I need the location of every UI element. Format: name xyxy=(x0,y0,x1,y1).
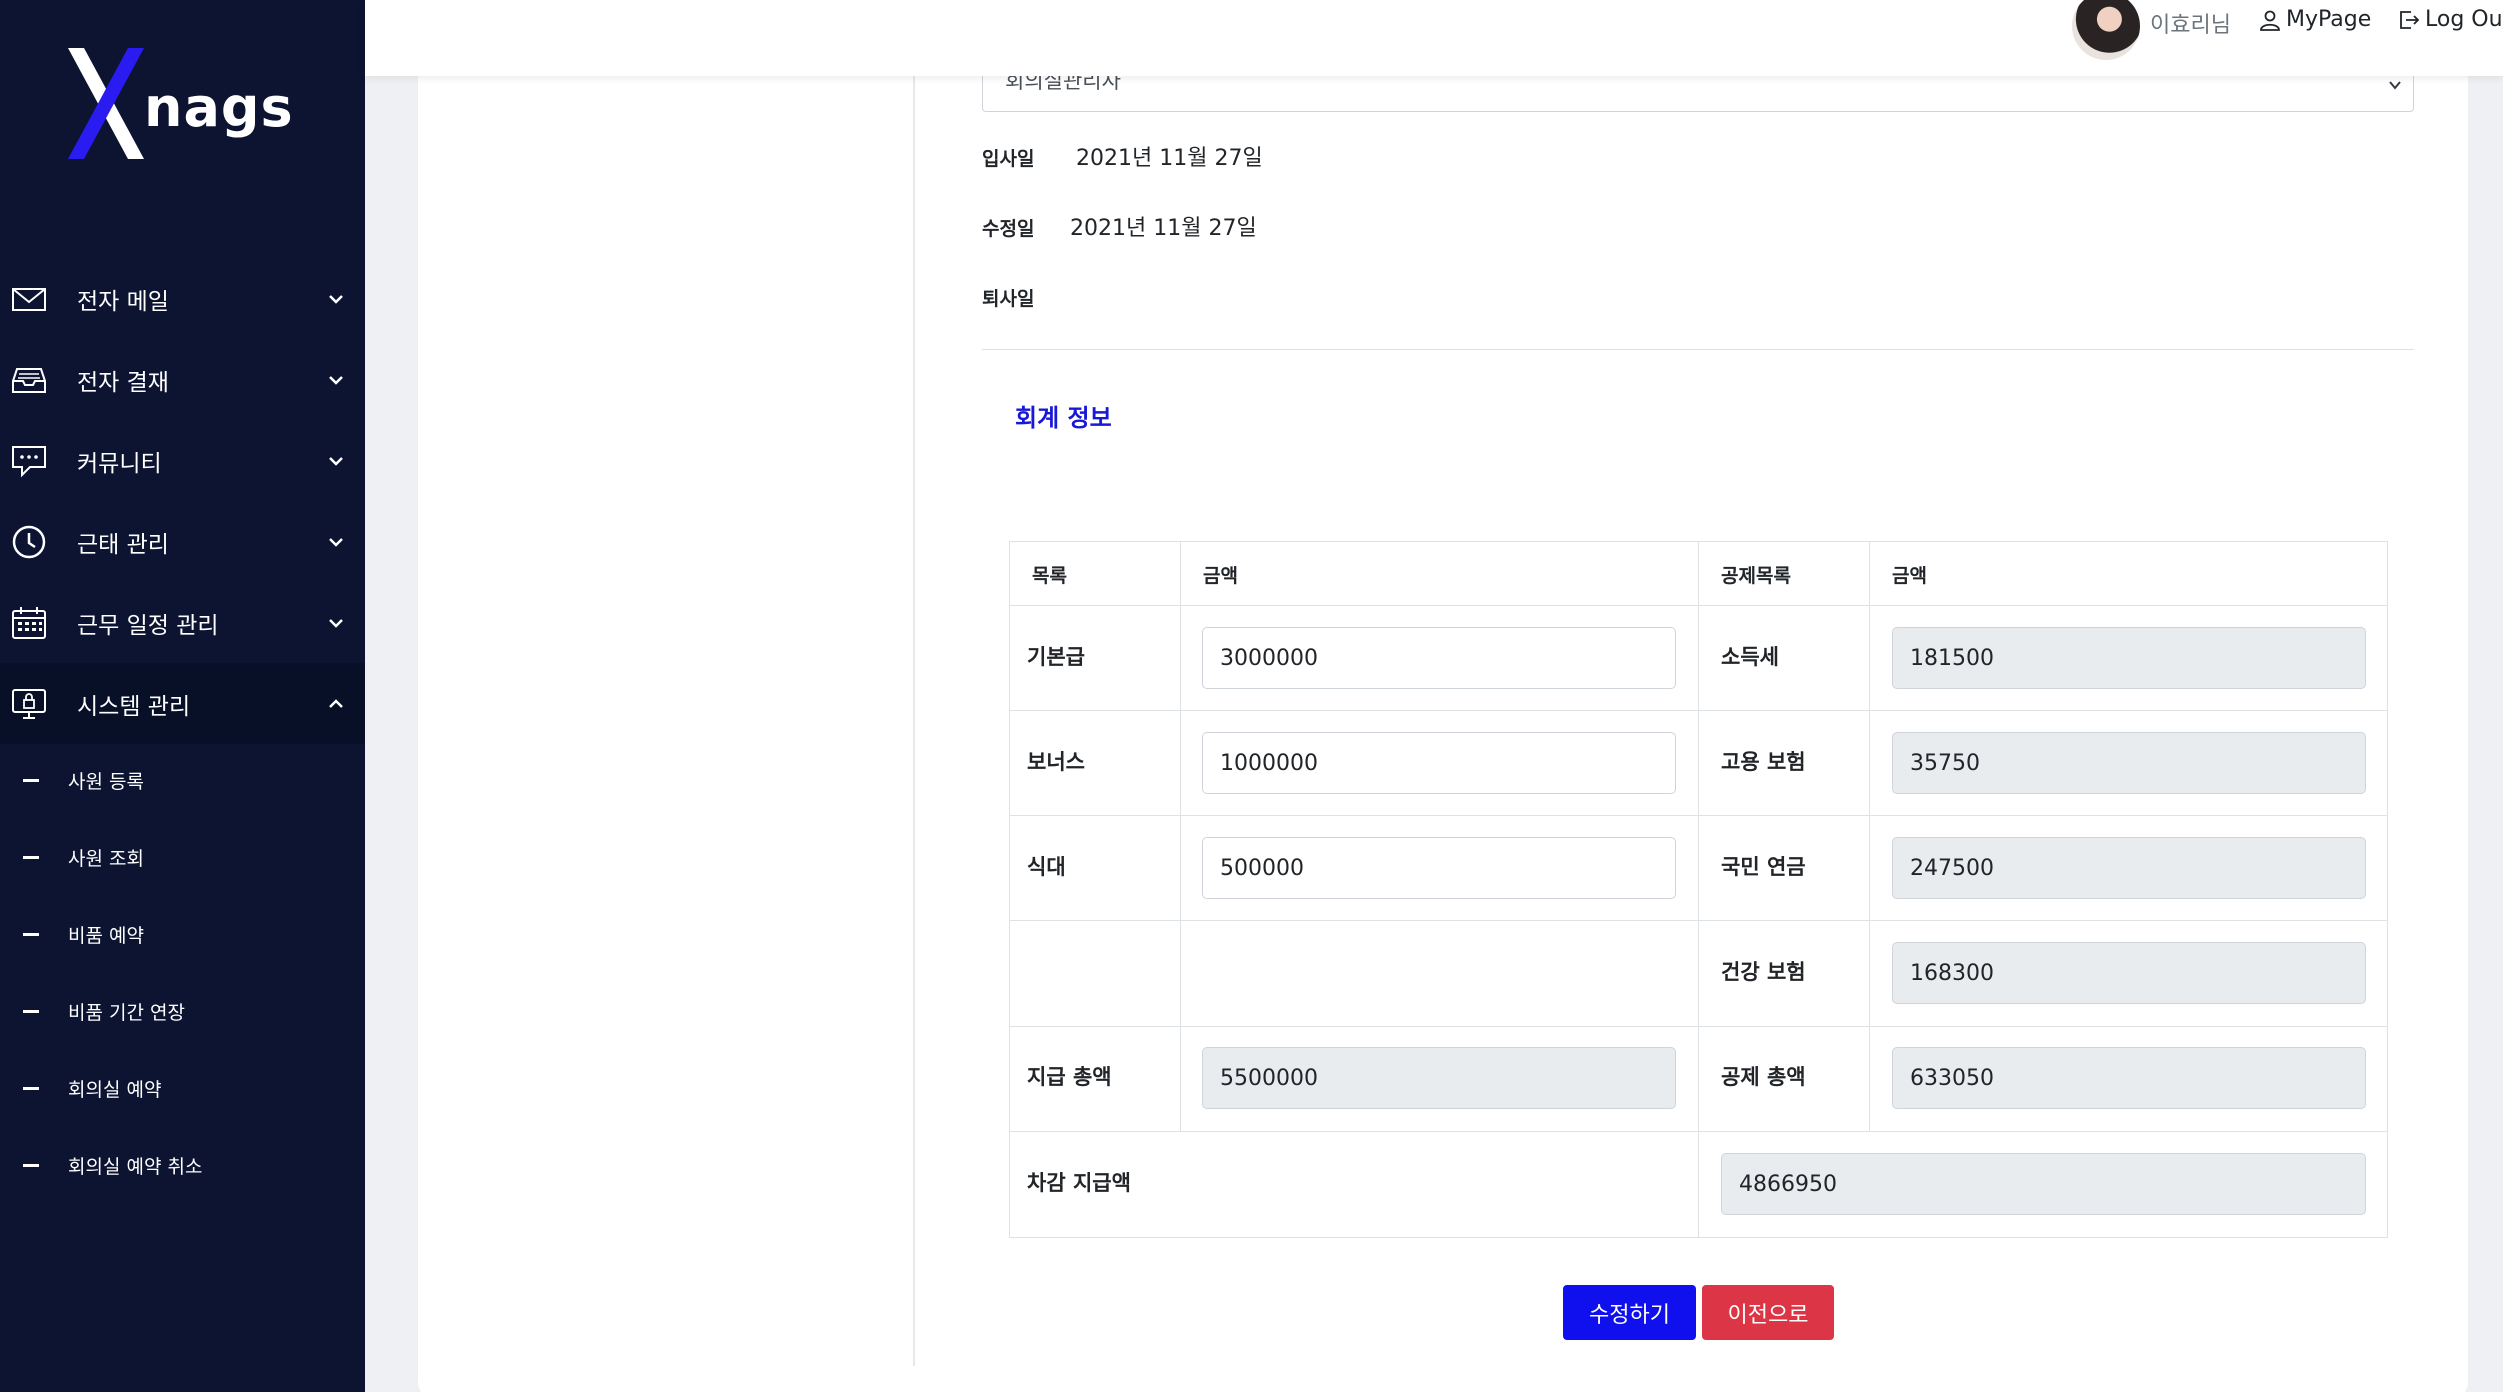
user-icon xyxy=(2260,10,2280,31)
chevron-down-icon xyxy=(329,456,343,466)
sidebar-subitem-label: 비품 예약 xyxy=(68,925,144,947)
sidebar-subitem-meeting-cancel[interactable]: 회의실 예약 취소 xyxy=(0,1127,365,1204)
sidebar-item-schedule[interactable]: 근무 일정 관리 xyxy=(0,582,365,663)
calendar-icon xyxy=(12,606,46,639)
logout-label: Log Out xyxy=(2425,7,2503,32)
top-bar: 이효리님 MyPage Log Out xyxy=(365,0,2503,76)
row-label: 보너스 xyxy=(1027,750,1085,774)
modified-date-label: 수정일 xyxy=(982,218,1035,240)
logout-icon xyxy=(2400,10,2420,29)
mypage-link[interactable]: MyPage xyxy=(2258,7,2371,32)
row-label: 공제 총액 xyxy=(1721,1065,1806,1089)
row-label: 소득세 xyxy=(1721,645,1779,669)
dash-icon xyxy=(23,933,39,936)
sidebar-item-label: 근무 일정 관리 xyxy=(77,612,219,639)
sidebar-subitem-equipment-reserve[interactable]: 비품 예약 xyxy=(0,896,365,973)
dash-icon xyxy=(23,1010,39,1013)
chevron-down-icon xyxy=(329,375,343,385)
dash-icon xyxy=(23,1087,39,1090)
meal-allowance-input[interactable]: 500000 xyxy=(1202,837,1676,899)
chevron-down-icon xyxy=(329,537,343,547)
income-tax-field: 181500 xyxy=(1892,627,2366,689)
sidebar-item-email[interactable]: 전자 메일 xyxy=(0,258,365,339)
avatar[interactable] xyxy=(2072,0,2140,60)
base-pay-input[interactable]: 3000000 xyxy=(1202,627,1676,689)
health-insurance-field: 168300 xyxy=(1892,942,2366,1004)
bonus-input[interactable]: 1000000 xyxy=(1202,732,1676,794)
row-label: 국민 연금 xyxy=(1721,855,1806,879)
accounting-title: 회계 정보 xyxy=(1015,404,1112,432)
row-label: 고용 보험 xyxy=(1721,750,1806,774)
sidebar-item-label: 전자 결재 xyxy=(77,369,169,396)
sidebar-item-approval[interactable]: 전자 결재 xyxy=(0,339,365,420)
sidebar-subitem-employee-search[interactable]: 사원 조회 xyxy=(0,819,365,896)
chevron-up-icon xyxy=(329,698,343,708)
sidebar-subitem-label: 회의실 예약 xyxy=(68,1079,162,1101)
chat-icon xyxy=(12,445,46,477)
col-divider xyxy=(1869,542,1870,1131)
dash-icon xyxy=(23,779,39,782)
clock-icon xyxy=(12,525,46,558)
sidebar-subitem-equipment-extend[interactable]: 비품 기간 연장 xyxy=(0,973,365,1050)
dash-icon xyxy=(23,1164,39,1167)
monitor-lock-icon xyxy=(12,688,46,719)
mypage-label: MyPage xyxy=(2286,7,2372,32)
sidebar-item-attendance[interactable]: 근태 관리 xyxy=(0,501,365,582)
sidebar-item-label: 커뮤니티 xyxy=(77,450,162,477)
column-divider xyxy=(913,76,915,1366)
accounting-table: 목록 금액 공제목록 금액 기본급 3000000 소득세 181500 보너스… xyxy=(1009,541,2388,1238)
sidebar-subitem-label: 사원 조회 xyxy=(68,848,144,870)
header-deduction-amount: 금액 xyxy=(1892,565,1927,587)
x-logo-icon xyxy=(68,48,144,159)
row-label: 건강 보험 xyxy=(1721,960,1806,984)
total-pay-field: 5500000 xyxy=(1202,1047,1676,1109)
sidebar-item-system[interactable]: 시스템 관리 xyxy=(0,663,365,744)
divider xyxy=(982,349,2414,350)
total-deduction-field: 633050 xyxy=(1892,1047,2366,1109)
user-name: 이효리님 xyxy=(2150,13,2231,38)
national-pension-field: 247500 xyxy=(1892,837,2366,899)
sidebar-subitem-employee-register[interactable]: 사원 등록 xyxy=(0,742,365,819)
sidebar-item-label: 근태 관리 xyxy=(77,531,169,558)
inbox-icon xyxy=(12,367,46,393)
sidebar-subitem-label: 사원 등록 xyxy=(68,771,144,793)
retire-date-label: 퇴사일 xyxy=(982,288,1035,310)
chevron-down-icon xyxy=(329,618,343,628)
row-label: 기본급 xyxy=(1027,645,1085,669)
net-pay-field: 4866950 xyxy=(1721,1153,2366,1215)
sidebar: nags 전자 메일 전자 결재 커뮤니티 근태 관리 근무 일정 관리 시스템… xyxy=(0,0,365,1392)
row-label: 식대 xyxy=(1027,855,1066,879)
sidebar-item-label: 시스템 관리 xyxy=(77,693,191,720)
logo-text: nags xyxy=(144,76,294,139)
edit-button[interactable]: 수정하기 xyxy=(1563,1285,1696,1340)
col-divider xyxy=(1698,542,1699,1237)
header-amount: 금액 xyxy=(1203,565,1238,587)
xnags-logo[interactable]: nags xyxy=(66,46,293,161)
sidebar-menu: 전자 메일 전자 결재 커뮤니티 근태 관리 근무 일정 관리 시스템 관리 xyxy=(0,258,365,744)
header-deduction-item: 공제목록 xyxy=(1721,565,1791,587)
sidebar-item-community[interactable]: 커뮤니티 xyxy=(0,420,365,501)
dash-icon xyxy=(23,856,39,859)
row-label: 지급 총액 xyxy=(1027,1065,1112,1089)
hire-date-label: 입사일 xyxy=(982,148,1035,170)
chevron-down-icon xyxy=(2389,81,2401,90)
header-item: 목록 xyxy=(1032,565,1067,587)
chevron-down-icon xyxy=(329,294,343,304)
back-button[interactable]: 이전으로 xyxy=(1702,1285,1834,1340)
mail-icon xyxy=(12,287,46,311)
net-pay-label: 차감 지급액 xyxy=(1027,1171,1131,1195)
sidebar-subitem-label: 비품 기간 연장 xyxy=(68,1002,185,1024)
hire-date-value: 2021년 11월 27일 xyxy=(1076,146,1263,171)
modified-date-value: 2021년 11월 27일 xyxy=(1070,216,1257,241)
logout-link[interactable]: Log Out xyxy=(2397,7,2503,32)
employment-insurance-field: 35750 xyxy=(1892,732,2366,794)
sidebar-subitem-meeting-reserve[interactable]: 회의실 예약 xyxy=(0,1050,365,1127)
sidebar-item-label: 전자 메일 xyxy=(77,288,169,315)
col-divider xyxy=(1180,542,1181,1131)
sidebar-subitem-label: 회의실 예약 취소 xyxy=(68,1156,203,1178)
